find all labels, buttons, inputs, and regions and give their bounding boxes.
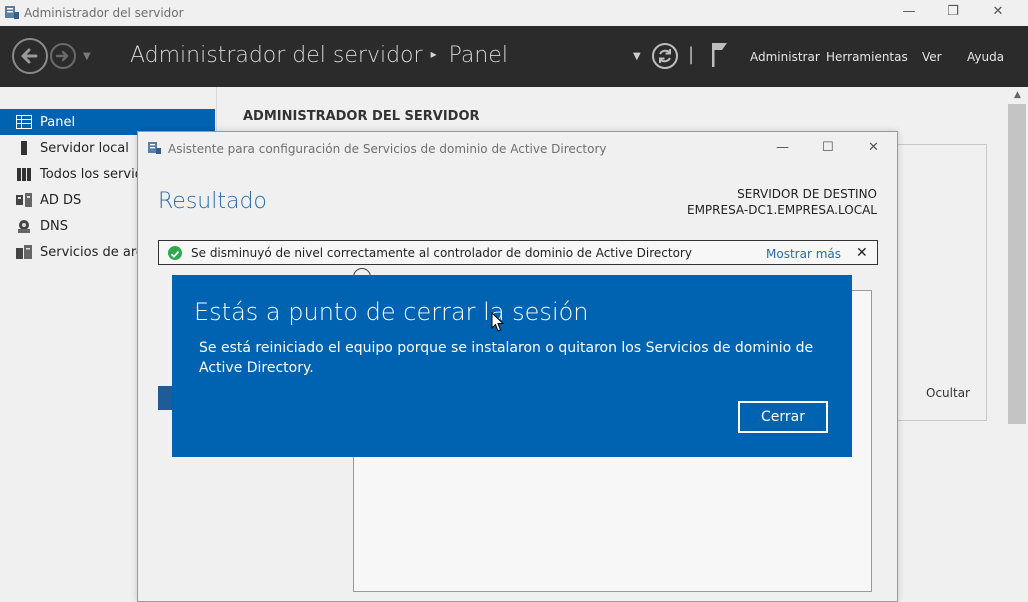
scrollbar-thumb[interactable] [1008, 104, 1026, 424]
welcome-panel [897, 144, 987, 421]
breadcrumb: Administrador del servidor ▸ Panel [130, 43, 508, 68]
dashboard-icon [16, 115, 32, 129]
forward-arrow-icon [55, 50, 69, 62]
minimize-button[interactable]: — [886, 0, 932, 26]
status-banner: Se disminuyó de nivel correctamente al c… [158, 240, 878, 265]
file-services-icon [16, 245, 32, 259]
menu-administrar[interactable]: Administrar [750, 50, 820, 64]
sidebar-item-label: AD DS [40, 193, 82, 208]
status-text: Se disminuyó de nivel correctamente al c… [191, 246, 692, 260]
servers-icon [17, 168, 31, 181]
wizard-title: Asistente para configuración de Servicio… [168, 142, 607, 156]
destination-server-value: EMPRESA-DC1.EMPRESA.LOCAL [687, 203, 877, 217]
success-check-icon [168, 246, 182, 260]
wizard-close-button[interactable]: ✕ [868, 140, 879, 155]
header-divider: | [688, 44, 695, 65]
dns-icon [18, 220, 30, 233]
header-dropdown-icon[interactable]: ▼ [633, 51, 641, 62]
menu-herramientas[interactable]: Herramientas [826, 50, 908, 64]
show-more-link[interactable]: Mostrar más [766, 247, 841, 261]
selected-step-indicator [158, 386, 173, 410]
wizard-maximize-button[interactable]: ☐ [822, 140, 834, 155]
refresh-button[interactable] [652, 43, 678, 69]
server-manager-app-icon [5, 6, 19, 19]
notification-message: Se está reiniciado el equipo porque se i… [199, 340, 814, 376]
sidebar-item-label: Servidor local [40, 141, 129, 156]
back-button[interactable] [12, 38, 48, 74]
ad-ds-icon [16, 193, 32, 207]
sign-out-notification: Estás a punto de cerrar la sesión Se est… [172, 275, 852, 457]
window-title: Administrador del servidor [24, 6, 184, 20]
breadcrumb-current: Panel [448, 43, 508, 68]
maximize-button[interactable]: ❐ [930, 0, 976, 26]
breadcrumb-root[interactable]: Administrador del servidor [130, 43, 423, 68]
refresh-icon [659, 49, 671, 63]
scroll-up-icon[interactable]: ▲ [1007, 87, 1028, 103]
hide-link[interactable]: Ocultar [926, 386, 970, 400]
status-close-icon[interactable]: ✕ [856, 245, 868, 261]
window-title-bar: Administrador del servidor — ❐ ✕ [0, 0, 1028, 26]
cerrar-button[interactable]: Cerrar [738, 401, 828, 433]
notification-title: Estás a punto de cerrar la sesión [194, 298, 589, 326]
destination-server-label: SERVIDOR DE DESTINO [737, 187, 877, 201]
history-dropdown-icon[interactable]: ▼ [83, 51, 91, 62]
main-heading: ADMINISTRADOR DEL SERVIDOR [243, 109, 480, 124]
sidebar-item-label: DNS [40, 219, 68, 234]
wizard-app-icon [148, 142, 161, 154]
breadcrumb-separator-icon: ▸ [430, 47, 437, 61]
wizard-minimize-button[interactable]: — [776, 140, 789, 155]
sidebar-item-label: Panel [40, 115, 76, 130]
mouse-cursor-icon [491, 312, 505, 332]
forward-button[interactable] [50, 43, 76, 69]
wizard-heading: Resultado [158, 189, 267, 214]
header-bar: ▼ Administrador del servidor ▸ Panel ▼ | A… [0, 26, 1028, 87]
sidebar-item-label: Servicios de arch [40, 245, 152, 260]
back-arrow-icon [21, 48, 38, 64]
menu-ver[interactable]: Ver [922, 50, 942, 64]
menu-ayuda[interactable]: Ayuda [967, 50, 1004, 64]
close-button[interactable]: ✕ [975, 0, 1021, 26]
sidebar-item-label: Todos los servid [40, 167, 143, 182]
flag-icon[interactable] [710, 41, 730, 69]
server-icon [21, 141, 27, 155]
